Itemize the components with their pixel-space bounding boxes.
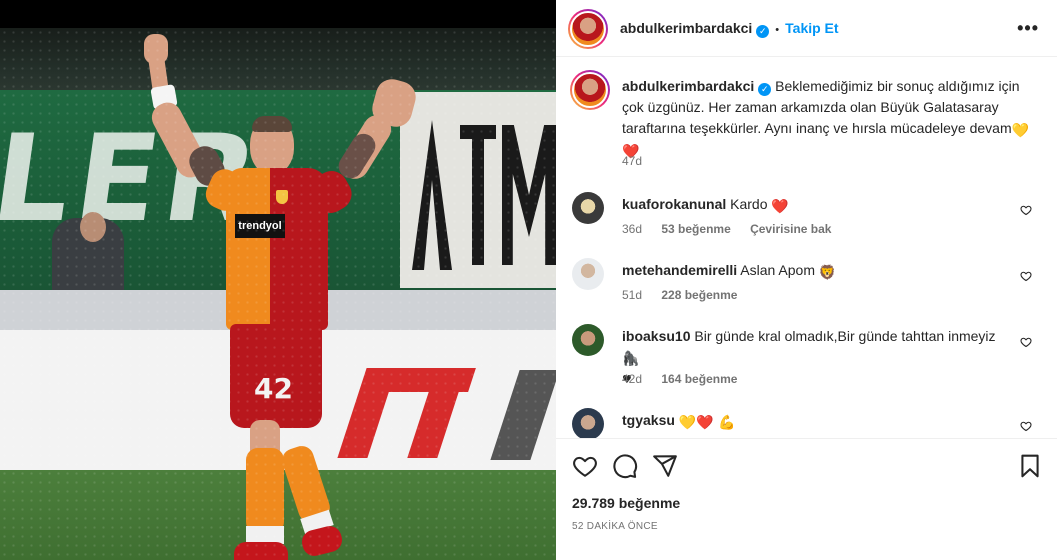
verified-badge-icon: ✓ bbox=[756, 25, 770, 38]
lion-emoji: 🦁 bbox=[818, 265, 837, 281]
translate-link[interactable]: Çevirisine bak bbox=[750, 222, 831, 236]
steward-head bbox=[80, 212, 106, 242]
comment-like-heart-icon[interactable] bbox=[1020, 204, 1032, 216]
yellow-heart-emoji: 💛 bbox=[1011, 123, 1030, 139]
comment-avatar[interactable] bbox=[572, 192, 604, 224]
comment-item: iboaksu10 Bir günde kral olmadık,Bir gün… bbox=[570, 324, 1040, 394]
player-left-sock bbox=[246, 448, 284, 534]
follow-button[interactable]: Takip Et bbox=[785, 20, 838, 36]
comment-like-heart-icon[interactable] bbox=[1020, 336, 1032, 348]
post-sidebar: abdulkerimbardakci ✓ • Takip Et ••• abdulke… bbox=[556, 0, 1057, 560]
comment-body: tgyaksu 💛❤️ 💪 bbox=[622, 410, 1002, 430]
comment-username[interactable]: kuaforokanunal bbox=[622, 196, 726, 212]
author-avatar-image bbox=[570, 11, 606, 47]
banner-letter-t-stem bbox=[472, 125, 484, 265]
comment-meta: 36d 53 beğenme Çevirisine bak bbox=[622, 222, 847, 236]
sponsor-badge: trendyol bbox=[235, 214, 285, 238]
comment-time: 42d bbox=[622, 372, 643, 386]
heart-icon[interactable] bbox=[572, 453, 598, 479]
comment-text: Bir günde kral olmadık,Bir günde tahttan… bbox=[694, 328, 996, 344]
stadium-crowd bbox=[0, 28, 556, 98]
header-separator: • bbox=[775, 24, 780, 36]
caption-text-block: abdulkerimbardakci ✓ Beklemediğimiz bir s… bbox=[622, 76, 1032, 160]
club-crest bbox=[276, 190, 288, 204]
comment-icon[interactable] bbox=[612, 453, 638, 479]
comment-avatar[interactable] bbox=[572, 324, 604, 356]
caption-time: 47d bbox=[622, 154, 643, 168]
ad-logo-shape-2 bbox=[388, 368, 476, 392]
comment-time: 51d bbox=[622, 288, 643, 302]
caption-avatar-image bbox=[572, 72, 608, 108]
post-time: 52 DAKİKA ÖNCE bbox=[572, 521, 658, 532]
comment-like-heart-icon[interactable] bbox=[1020, 270, 1032, 282]
caption-username[interactable]: abdulkerimbardakci bbox=[622, 78, 754, 94]
author-avatar[interactable] bbox=[568, 9, 608, 49]
comment-likes[interactable]: 53 beğenme bbox=[661, 222, 730, 236]
comment-item: kuaforokanunal Kardo ❤️ 36d 53 beğenme Ç… bbox=[570, 192, 1040, 242]
comment-item: tgyaksu 💛❤️ 💪 bbox=[570, 408, 1040, 438]
post-photo[interactable]: LER trendyol 42 bbox=[0, 0, 556, 560]
jersey-number: 42 bbox=[254, 372, 293, 405]
gorilla-emoji: 🦍 bbox=[622, 351, 640, 367]
author-username[interactable]: abdulkerimbardakci bbox=[620, 20, 752, 36]
instagram-post-modal: LER trendyol 42 abdulkerimbardakci ✓ • T… bbox=[0, 0, 1057, 560]
comment-text: Kardo bbox=[730, 196, 768, 212]
comment-like-heart-icon[interactable] bbox=[1020, 420, 1032, 432]
player-left-hand bbox=[144, 34, 168, 64]
caption-verified-icon: ✓ bbox=[758, 83, 772, 96]
comment-likes[interactable]: 228 beğenme bbox=[661, 288, 737, 302]
player-hair bbox=[252, 116, 292, 132]
more-options-icon[interactable]: ••• bbox=[1017, 18, 1039, 39]
comment-username[interactable]: iboaksu10 bbox=[622, 328, 690, 344]
comment-body: metehandemirelli Aslan Apom 🦁 bbox=[622, 260, 1002, 280]
share-icon[interactable] bbox=[652, 453, 678, 479]
comment-time: 36d bbox=[622, 222, 643, 236]
red-heart-emoji: ❤️ bbox=[771, 199, 789, 215]
caption-avatar[interactable] bbox=[570, 70, 610, 110]
comment-username[interactable]: tgyaksu bbox=[622, 412, 675, 428]
player-left-boot bbox=[234, 542, 288, 560]
sponsor-text: trendyol bbox=[238, 220, 282, 232]
comment-body: kuaforokanunal Kardo ❤️ bbox=[622, 194, 1002, 214]
comment-text: Aslan Apom bbox=[740, 262, 815, 278]
comment-item: metehandemirelli Aslan Apom 🦁 51d 228 be… bbox=[570, 258, 1040, 308]
post-actions: 29.789 beğenme 52 DAKİKA ÖNCE bbox=[556, 438, 1057, 560]
comments-scroll-area[interactable]: abdulkerimbardakci ✓ Beklemediğimiz bir s… bbox=[556, 58, 1057, 438]
bookmark-icon[interactable] bbox=[1017, 453, 1043, 479]
comment-meta: 51d 228 beğenme bbox=[622, 288, 753, 302]
comment-avatar[interactable] bbox=[572, 258, 604, 290]
likes-count[interactable]: 29.789 beğenme bbox=[572, 495, 680, 511]
post-caption: abdulkerimbardakci ✓ Beklemediğimiz bir s… bbox=[570, 70, 1040, 180]
comment-avatar[interactable] bbox=[572, 408, 604, 438]
photo-top-bar bbox=[0, 0, 556, 28]
comment-likes[interactable]: 164 beğenme bbox=[661, 372, 737, 386]
comment-meta: 42d 164 beğenme bbox=[622, 372, 753, 386]
header-user-line: abdulkerimbardakci ✓ • Takip Et bbox=[620, 20, 839, 38]
post-header: abdulkerimbardakci ✓ • Takip Et ••• bbox=[556, 0, 1057, 57]
comment-username[interactable]: metehandemirelli bbox=[622, 262, 737, 278]
comment-emojis: 💛❤️ 💪 bbox=[678, 415, 736, 431]
